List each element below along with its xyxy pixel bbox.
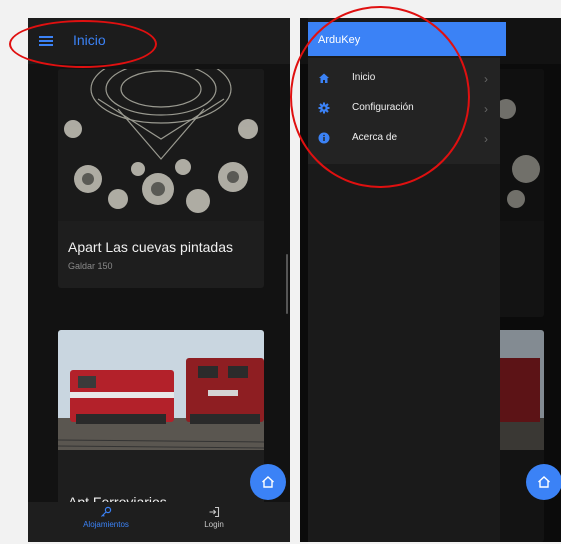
listing-title: Apart Las cuevas pintadas [68, 239, 233, 255]
tab-label: Alojamientos [83, 520, 129, 529]
left-phone-screen: Inicio Apart Las cuevas pintadas Galdar … [28, 18, 290, 542]
scrollbar[interactable] [286, 254, 288, 314]
tab-alojamientos[interactable]: Alojamientos [56, 506, 156, 529]
chevron-right-icon: › [484, 72, 488, 86]
home-icon [262, 476, 274, 488]
listing-card[interactable]: Apart Las cuevas pintadas Galdar 150 [58, 69, 264, 288]
listing-image [58, 69, 264, 221]
chevron-right-icon: › [484, 132, 488, 146]
annotation-circle-header [9, 20, 157, 68]
key-icon [101, 506, 112, 517]
home-fab-button[interactable] [526, 464, 561, 500]
listing-subtitle: Galdar 150 [68, 261, 113, 271]
chevron-right-icon: › [484, 102, 488, 116]
home-icon [538, 476, 550, 488]
tab-login[interactable]: Login [164, 506, 264, 529]
login-icon [209, 506, 220, 518]
bottom-navigation: Alojamientos Login [28, 502, 290, 542]
listing-image [58, 330, 264, 450]
annotation-circle-menu [290, 6, 470, 188]
tab-label: Login [204, 520, 224, 529]
home-fab-button[interactable] [250, 464, 286, 500]
